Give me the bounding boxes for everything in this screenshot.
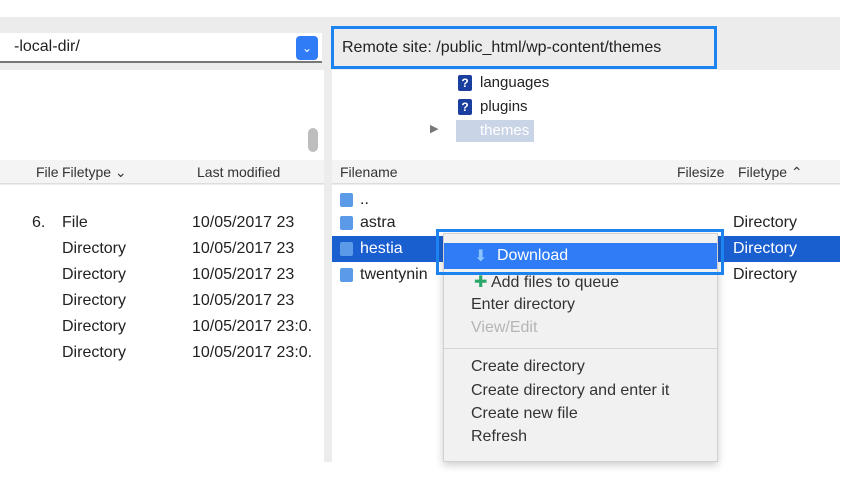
cell-type: Directory xyxy=(733,266,798,283)
remote-tree: ? languages ? plugins ▶ themes xyxy=(332,70,840,170)
cell-type: Directory xyxy=(62,344,127,361)
tree-label: themes xyxy=(480,122,530,139)
column-label: Filetype xyxy=(738,164,788,180)
cell-type: Directory xyxy=(62,292,127,309)
menu-divider xyxy=(444,348,717,349)
expand-arrow-icon[interactable]: ▶ xyxy=(430,122,438,135)
remote-site-path: /public_html/wp-content/themes xyxy=(436,39,662,56)
unknown-folder-icon: ? xyxy=(458,75,472,91)
local-tree xyxy=(0,70,324,170)
folder-icon xyxy=(340,268,353,282)
menu-item-create-new-file[interactable]: Create new file xyxy=(471,405,578,423)
column-label: Filetype xyxy=(62,164,112,180)
folder-icon xyxy=(340,193,353,207)
tree-item-themes[interactable]: themes xyxy=(456,120,534,142)
cell-modified: 10/05/2017 23:0. xyxy=(192,344,313,361)
remote-site-label: Remote site: xyxy=(342,39,432,56)
table-row[interactable]: 6. File 10/05/2017 23 xyxy=(0,210,324,236)
cell-name: twentynin xyxy=(360,266,428,283)
menu-item-create-directory-enter[interactable]: Create directory and enter it xyxy=(471,382,669,400)
cell-modified: 10/05/2017 23 xyxy=(192,214,295,231)
table-row[interactable]: Directory 10/05/2017 23 xyxy=(0,262,324,288)
menu-label: Add files to queue xyxy=(490,274,620,291)
folder-icon xyxy=(340,242,353,256)
menu-item-add-to-queue[interactable]: ✚ Add files to queue xyxy=(474,272,619,292)
cell-modified: 10/05/2017 23:0. xyxy=(192,318,313,335)
column-filename[interactable]: Filename xyxy=(340,164,398,180)
table-row[interactable]: Directory 10/05/2017 23:0. xyxy=(0,314,324,340)
column-last-modified[interactable]: Last modified xyxy=(197,164,280,180)
remote-site-bar[interactable]: Remote site: /public_html/wp-content/the… xyxy=(331,26,717,69)
cell-type: Directory xyxy=(733,240,798,257)
cell-modified: 10/05/2017 23 xyxy=(192,240,295,257)
scrollbar[interactable] xyxy=(308,128,318,152)
unknown-folder-icon: ? xyxy=(458,99,472,115)
cell-type: Directory xyxy=(62,318,127,335)
cell-type: Directory xyxy=(62,240,127,257)
table-row[interactable]: Directory 10/05/2017 23 xyxy=(0,236,324,262)
column-file[interactable]: File xyxy=(36,164,59,180)
cell-type: Directory xyxy=(62,266,127,283)
cell-modified: 10/05/2017 23 xyxy=(192,266,295,283)
column-filesize[interactable]: Filesize xyxy=(677,164,724,180)
tree-item-languages[interactable]: ? languages xyxy=(458,74,549,91)
highlight-box xyxy=(436,229,724,275)
remote-list-header: Filename Filesize Filetype ⌃ xyxy=(332,160,840,184)
chevron-down-icon[interactable]: ⌄ xyxy=(296,36,318,60)
cell-name: .. xyxy=(360,191,369,208)
column-filetype[interactable]: Filetype ⌃ xyxy=(738,164,803,181)
cell-name: hestia xyxy=(360,240,403,257)
table-row[interactable]: Directory 10/05/2017 23 xyxy=(0,288,324,314)
menu-item-enter-directory[interactable]: Enter directory xyxy=(471,296,575,314)
menu-item-view-edit: View/Edit xyxy=(471,319,538,336)
cell-type: File xyxy=(62,214,88,231)
table-row[interactable]: Directory 10/05/2017 23:0. xyxy=(0,340,324,366)
cell-modified: 10/05/2017 23 xyxy=(192,292,295,309)
tree-label: languages xyxy=(480,74,550,91)
ftp-client-window: -local-dir/ ⌄ ? languages ? plugins ▶ them… xyxy=(0,17,840,462)
local-list-header: File Filetype ⌄ Last modified xyxy=(0,160,324,184)
column-filetype[interactable]: Filetype ⌄ xyxy=(62,164,127,181)
local-site-input[interactable]: -local-dir/ xyxy=(0,33,322,63)
menu-item-create-directory[interactable]: Create directory xyxy=(471,358,585,376)
tree-label: plugins xyxy=(480,98,528,115)
cell-size: 6. xyxy=(32,214,46,231)
cell-name: astra xyxy=(360,214,396,231)
cell-type: Directory xyxy=(733,214,798,231)
menu-item-refresh[interactable]: Refresh xyxy=(471,428,527,446)
folder-icon xyxy=(340,216,353,230)
local-file-list: 6. File 10/05/2017 23 Directory 10/05/2017 … xyxy=(0,185,324,462)
tree-item-plugins[interactable]: ? plugins xyxy=(458,98,528,115)
add-queue-icon: ✚ xyxy=(474,274,488,291)
